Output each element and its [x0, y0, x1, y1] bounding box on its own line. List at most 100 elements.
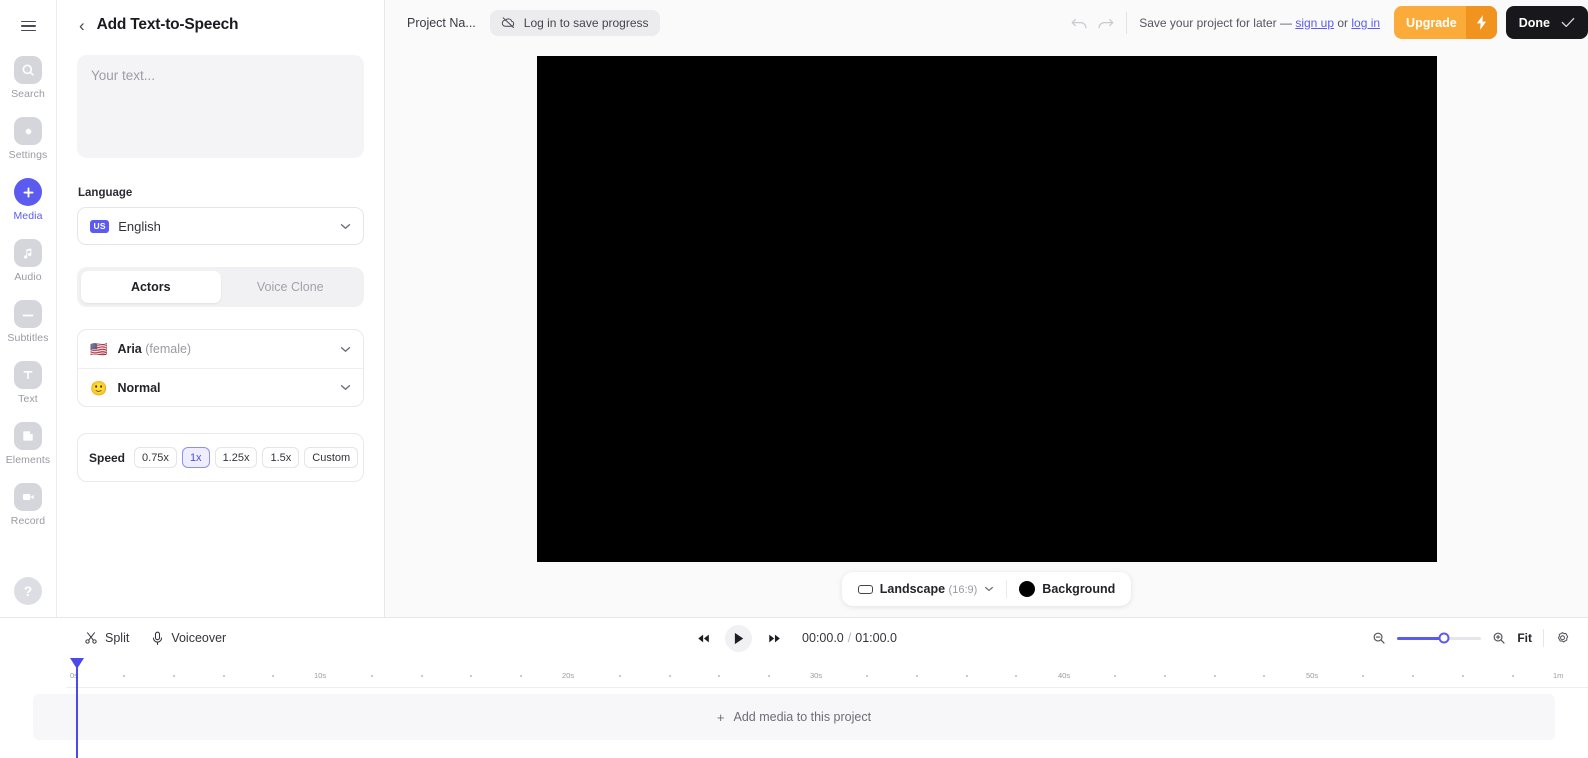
language-select[interactable]: US English	[77, 207, 364, 245]
zoom-in-icon[interactable]	[1492, 631, 1506, 645]
zoom-slider-handle[interactable]	[1438, 632, 1450, 644]
sidebar-item-text[interactable]: Text	[0, 361, 57, 405]
project-name[interactable]: Project Na...	[407, 16, 476, 30]
background-button[interactable]: Background	[1007, 575, 1127, 603]
sidebar-item-subtitles[interactable]: Subtitles	[0, 300, 57, 344]
sidebar-item-record[interactable]: Record	[0, 483, 57, 527]
top-bar: Project Na... Log in to save progress Sa…	[385, 0, 1588, 45]
zoom-out-icon[interactable]	[1372, 631, 1386, 645]
login-to-save-button[interactable]: Log in to save progress	[489, 9, 660, 36]
speed-option-1x[interactable]: 1x	[181, 447, 210, 468]
done-label: Done	[1518, 15, 1550, 30]
tab-voice-clone[interactable]: Voice Clone	[221, 271, 361, 303]
shapes-icon	[14, 422, 42, 450]
undo-arrow-icon[interactable]	[1066, 10, 1092, 36]
gear-icon[interactable]	[1555, 631, 1570, 646]
speed-label: Speed	[89, 450, 126, 465]
split-label: Split	[105, 631, 130, 645]
done-button[interactable]: Done	[1505, 6, 1588, 39]
skip-back-icon[interactable]	[691, 626, 715, 650]
add-media-button[interactable]: + Add media to this project	[717, 710, 871, 725]
app-root: Search Settings Media Audio Subtitles Te…	[0, 0, 1588, 758]
left-sidebar-rail: Search Settings Media Audio Subtitles Te…	[0, 0, 57, 617]
voiceover-label: Voiceover	[171, 631, 227, 645]
gear-icon	[14, 117, 42, 145]
sidebar-label-elements: Elements	[5, 454, 51, 466]
total-time: 01:00.0	[855, 631, 897, 645]
sidebar-item-elements[interactable]: Elements	[0, 422, 57, 466]
sidebar-item-settings[interactable]: Settings	[0, 117, 57, 161]
chevron-down-icon	[984, 586, 994, 592]
voice-settings-card: 🇺🇸 Aria (female) 🙂 Normal	[77, 329, 364, 407]
upgrade-label: Upgrade	[1406, 15, 1457, 30]
save-note-mid: or	[1334, 15, 1352, 30]
video-camera-icon	[14, 483, 42, 511]
toolbar-divider	[1126, 11, 1128, 34]
timeline-ruler[interactable]: 0s 10s 20s 30s 40s 50s 1m	[66, 658, 1588, 758]
us-flag-emoji-icon: 🇺🇸	[90, 341, 108, 357]
canvas-area: Project Na... Log in to save progress Sa…	[385, 0, 1588, 617]
background-color-swatch	[1019, 581, 1036, 597]
speed-option-125x[interactable]: 1.25x	[214, 447, 258, 468]
sidebar-item-audio[interactable]: Audio	[0, 239, 57, 283]
sign-up-link[interactable]: sign up	[1295, 16, 1334, 30]
chevron-down-icon	[340, 223, 351, 230]
tts-text-input[interactable]	[77, 55, 364, 158]
rectangle-icon	[857, 584, 873, 594]
ruler-tick-20s: 20s	[562, 671, 575, 680]
ruler-tick-30s: 30s	[810, 671, 823, 680]
help-button[interactable]: ?	[14, 577, 42, 605]
playhead-handle[interactable]	[70, 658, 84, 669]
save-project-note: Save your project for later — sign up or…	[1139, 16, 1380, 30]
sidebar-label-text: Text	[18, 393, 38, 405]
plus-icon	[14, 178, 42, 206]
ruler-tick-10s: 10s	[314, 671, 327, 680]
aspect-ratio-label: Landscape (16:9)	[880, 582, 978, 596]
upgrade-button[interactable]: Upgrade	[1394, 6, 1497, 39]
sidebar-label-settings: Settings	[8, 149, 48, 161]
timeline: Split Voiceover 00:00.0/01:00.0 Fit 0s 1…	[0, 617, 1588, 758]
language-value: English	[118, 218, 161, 234]
microphone-icon	[151, 631, 164, 646]
music-note-icon	[14, 239, 42, 267]
canvas-toolbar: Landscape (16:9) Background	[841, 572, 1132, 606]
fit-button[interactable]: Fit	[1517, 631, 1532, 645]
speed-option-custom[interactable]: Custom	[304, 447, 359, 468]
playhead[interactable]	[70, 658, 84, 758]
speed-options: 0.75x 1x 1.25x 1.5x Custom	[134, 447, 359, 468]
skip-forward-icon[interactable]	[762, 626, 786, 650]
play-button[interactable]	[725, 624, 753, 652]
log-in-link[interactable]: log in	[1351, 16, 1380, 30]
add-media-label: Add media to this project	[733, 710, 872, 724]
current-time: 00:00.0	[802, 631, 844, 645]
redo-arrow-icon[interactable]	[1092, 10, 1118, 36]
speed-option-075x[interactable]: 0.75x	[134, 447, 177, 468]
toolbar-divider	[1543, 629, 1544, 647]
sidebar-item-media[interactable]: Media	[0, 178, 57, 222]
chevron-down-icon	[340, 346, 351, 353]
sidebar-label-media: Media	[13, 210, 43, 222]
subtitles-icon	[14, 300, 42, 328]
voiceover-button[interactable]: Voiceover	[151, 631, 226, 646]
ruler-tick-40s: 40s	[1058, 671, 1071, 680]
add-media-dropzone[interactable]: + Add media to this project	[33, 694, 1555, 740]
us-flag-badge: US	[90, 219, 110, 233]
save-note-prefix: Save your project for later —	[1139, 15, 1296, 30]
voice-actor-select[interactable]: 🇺🇸 Aria (female)	[78, 330, 363, 368]
checkmark-icon	[1561, 17, 1575, 28]
back-button[interactable]: ‹	[79, 17, 85, 34]
plus-icon: +	[716, 709, 725, 725]
sidebar-label-search: Search	[11, 88, 45, 100]
speed-option-15x[interactable]: 1.5x	[262, 447, 300, 468]
split-button[interactable]: Split	[84, 631, 129, 645]
zoom-slider[interactable]	[1397, 632, 1482, 644]
timeline-toolbar: Split Voiceover 00:00.0/01:00.0 Fit	[0, 618, 1588, 658]
sidebar-label-audio: Audio	[14, 271, 42, 283]
hamburger-icon[interactable]	[14, 12, 42, 40]
tab-actors[interactable]: Actors	[81, 271, 221, 303]
voice-style-select[interactable]: 🙂 Normal	[78, 368, 363, 406]
sidebar-item-search[interactable]: Search	[0, 56, 57, 100]
aspect-ratio-select[interactable]: Landscape (16:9)	[846, 575, 1007, 603]
playback-controls: 00:00.0/01:00.0	[691, 624, 897, 652]
video-canvas[interactable]	[536, 56, 1437, 562]
